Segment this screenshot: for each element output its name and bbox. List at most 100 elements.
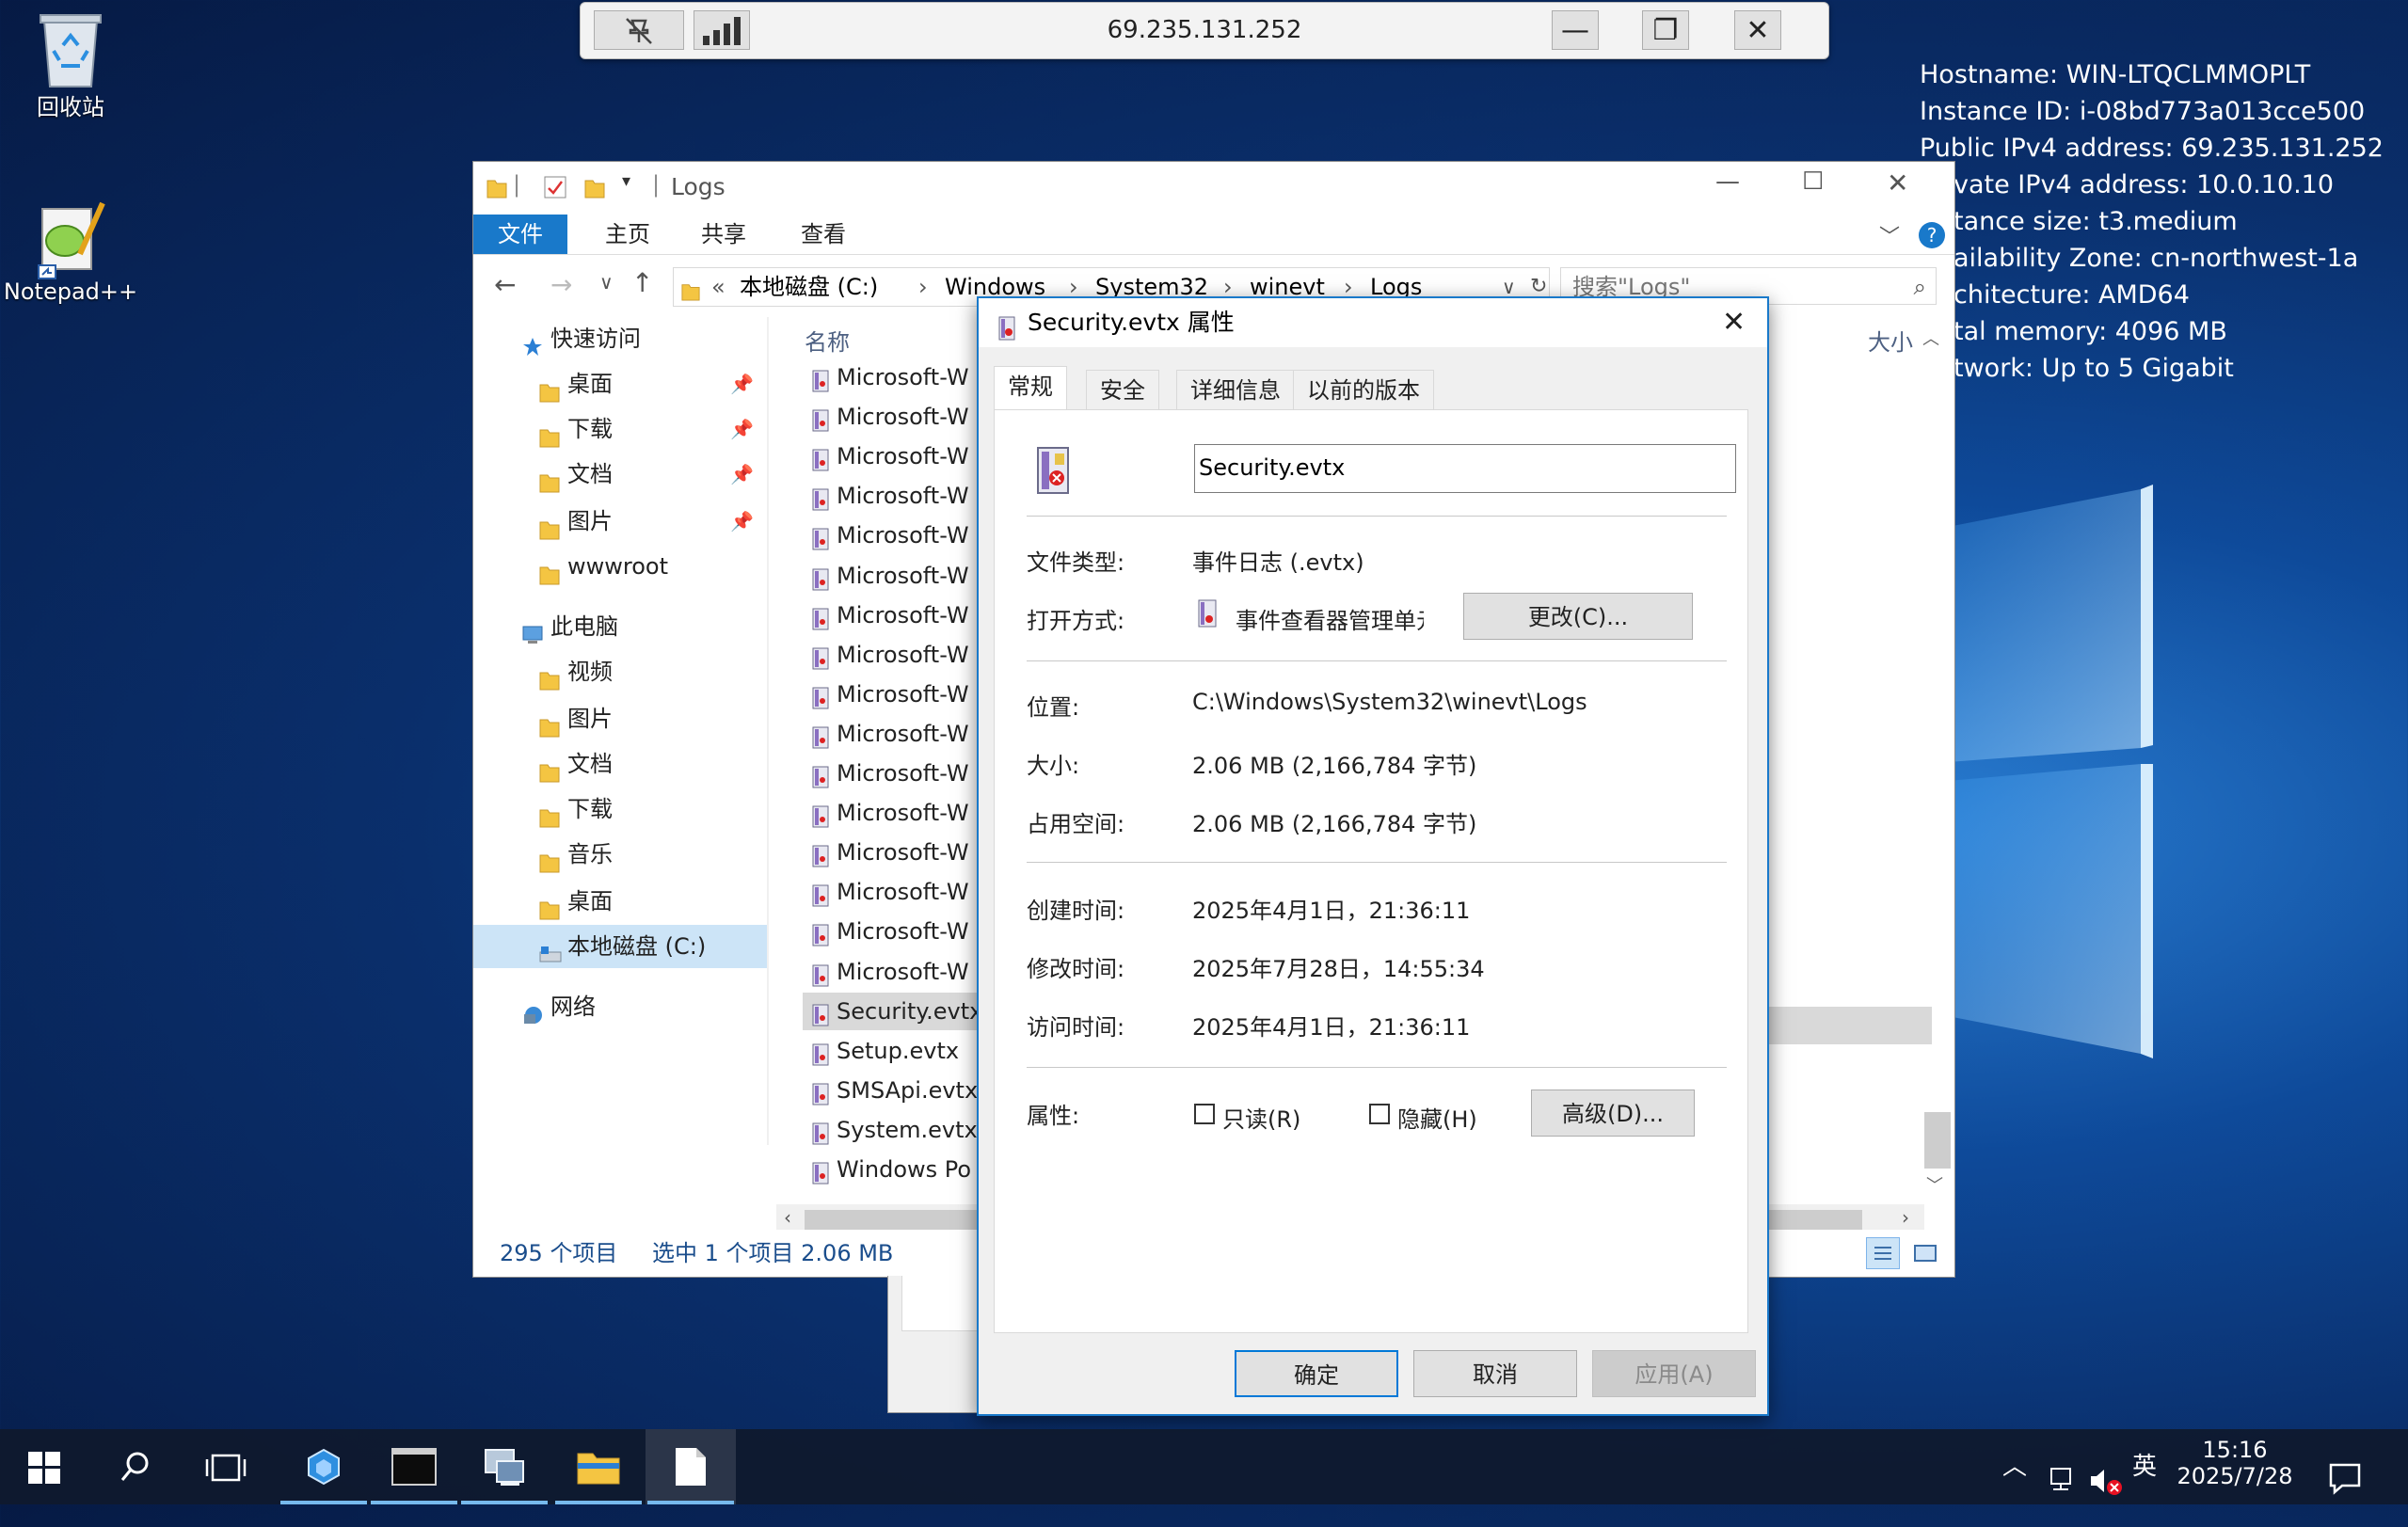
recycle-bin-icon [33, 8, 108, 87]
file-name: Microsoft-W [837, 522, 969, 549]
close-button[interactable]: ✕ [1887, 167, 1908, 199]
nav-item[interactable]: 桌面 📌 [473, 362, 767, 406]
tab-view[interactable]: 查看 [776, 215, 870, 254]
opens-with-label: 打开方式: [1027, 608, 1125, 634]
quick-access-dropdown-icon[interactable]: ▾ [622, 171, 630, 191]
minimize-button[interactable]: — [1715, 167, 1740, 196]
nav-item[interactable]: 下载 [473, 787, 767, 831]
ime-indicator[interactable]: 英 [2132, 1429, 2157, 1504]
expand-ribbon-icon[interactable]: ﹀ [1879, 220, 1900, 250]
taskbar-command-prompt[interactable] [369, 1429, 459, 1504]
help-icon[interactable]: ? [1919, 222, 1945, 248]
nav-item[interactable]: 桌面 [473, 880, 767, 923]
breadcrumb-drive[interactable]: 本地磁盘 (C:) [740, 268, 878, 306]
task-view-button[interactable] [181, 1429, 271, 1504]
tab-general[interactable]: 常规 [994, 366, 1067, 412]
recent-locations-icon[interactable]: ∨ [599, 271, 614, 294]
rdp-close-button[interactable]: ✕ [1734, 10, 1781, 50]
taskbar-network-tool[interactable] [459, 1429, 550, 1504]
taskbar-server-manager[interactable] [279, 1429, 369, 1504]
column-header-size[interactable]: 大小 [1868, 324, 1913, 357]
desktop-icon-notepad-plus-plus[interactable]: Notepad++ [0, 198, 141, 305]
properties-quick-icon[interactable] [543, 175, 567, 205]
back-arrow-icon[interactable]: ← [494, 269, 516, 300]
up-arrow-icon[interactable]: ↑ [631, 267, 653, 298]
desktop-icon-label: Notepad++ [3, 278, 138, 305]
new-folder-icon[interactable] [584, 177, 605, 205]
ribbon-tabs: 文件 主页 共享 查看 ﹀ ? [473, 215, 1954, 255]
event-log-file-icon [812, 1119, 829, 1145]
nav-item[interactable]: 网络 [473, 985, 767, 1028]
nav-item[interactable]: 本地磁盘 (C:) [473, 925, 767, 968]
tab-file[interactable]: 文件 [473, 215, 567, 254]
volume-muted-icon[interactable] [2089, 1452, 2123, 1527]
maximize-button[interactable]: ☐ [1802, 167, 1824, 196]
search-button[interactable] [90, 1429, 181, 1504]
readonly-label[interactable]: 只读(R) [1222, 1101, 1300, 1134]
folder-icon [539, 891, 560, 920]
file-name: Microsoft-W [837, 364, 969, 390]
nav-item[interactable]: 音乐 [473, 833, 767, 876]
nav-item-label: 视频 [567, 659, 613, 685]
nav-item[interactable]: 下载 📌 [473, 407, 767, 451]
nav-item[interactable]: 图片 📌 [473, 500, 767, 543]
command-prompt-icon [391, 1448, 437, 1491]
file-name: Microsoft-W [837, 404, 969, 431]
vertical-scrollbar-thumb[interactable] [1924, 1112, 1951, 1169]
network-icon [522, 996, 543, 1024]
ok-button[interactable]: 确定 [1235, 1350, 1398, 1397]
advanced-button[interactable]: 高级(D)... [1531, 1090, 1695, 1137]
accessed-label: 访问时间: [1027, 1014, 1125, 1041]
info-instance-size: tance size: t3.medium [1954, 207, 2238, 236]
change-button[interactable]: 更改(C)... [1463, 593, 1693, 640]
nav-item[interactable]: 快速访问 [473, 317, 767, 360]
nav-item[interactable]: 此电脑 [473, 605, 767, 648]
nav-item[interactable]: 图片 [473, 697, 767, 740]
large-icons-view-icon[interactable] [1909, 1237, 1943, 1269]
details-view-icon[interactable] [1866, 1237, 1900, 1269]
show-hidden-icons-icon[interactable]: ︿ [2002, 1429, 2027, 1504]
server-manager-icon [303, 1446, 344, 1493]
nav-item[interactable]: 文档 📌 [473, 453, 767, 496]
instance-info-overlay: Hostname: WIN-LTQCLMMOPLT Instance ID: i… [1920, 56, 2384, 387]
vertical-scrollbar[interactable]: ︿ [1922, 324, 1951, 418]
scroll-left-icon[interactable]: ‹ [784, 1206, 791, 1229]
breadcrumb-overflow[interactable]: « [711, 268, 726, 306]
event-log-file-icon [812, 1000, 829, 1026]
info-availability-zone: ailability Zone: cn-northwest-1a [1954, 244, 2359, 273]
selection-info: 选中 1 个项目 2.06 MB [652, 1240, 894, 1266]
action-center-icon[interactable] [2328, 1450, 2362, 1525]
start-button[interactable] [0, 1429, 90, 1504]
file-name: Microsoft-W [837, 483, 969, 510]
nav-item-label: 文档 [567, 461, 613, 487]
apply-button[interactable]: 应用(A) [1592, 1350, 1756, 1397]
network-status-icon[interactable] [2048, 1450, 2080, 1525]
hidden-checkbox[interactable] [1369, 1104, 1390, 1124]
forward-arrow-icon[interactable]: → [550, 269, 572, 300]
scroll-down-icon[interactable]: ﹀ [1926, 1172, 1943, 1197]
taskbar-notepad[interactable] [646, 1429, 736, 1504]
hidden-label[interactable]: 隐藏(H) [1397, 1101, 1477, 1134]
rdp-minimize-button[interactable]: — [1552, 10, 1599, 50]
tab-share[interactable]: 共享 [677, 215, 771, 254]
taskbar-file-explorer[interactable] [553, 1429, 644, 1504]
tab-home[interactable]: 主页 [581, 215, 675, 254]
nav-item[interactable]: 文档 [473, 742, 767, 786]
rdp-restore-button[interactable]: ❐ [1642, 10, 1689, 50]
system-clock[interactable]: 15:16 2025/7/28 [2164, 1429, 2305, 1504]
scroll-up-icon[interactable]: ︿ [1922, 329, 1939, 349]
cancel-button[interactable]: 取消 [1413, 1350, 1577, 1397]
scroll-right-icon[interactable]: › [1902, 1206, 1909, 1229]
nav-item-label: 文档 [567, 751, 613, 777]
dialog-close-button[interactable]: ✕ [1722, 298, 1746, 347]
readonly-checkbox[interactable] [1194, 1104, 1215, 1124]
nav-item[interactable]: wwwroot [473, 545, 767, 588]
event-log-file-icon [812, 961, 829, 986]
tab-previous-versions[interactable]: 以前的版本 [1293, 370, 1434, 410]
computer-icon [522, 616, 543, 644]
desktop-icon-recycle-bin[interactable]: 回收站 [0, 8, 141, 121]
tab-details[interactable]: 详细信息 [1176, 370, 1295, 410]
filename-field[interactable]: Security.evtx [1194, 444, 1736, 493]
nav-item[interactable]: 视频 [473, 650, 767, 693]
tab-security[interactable]: 安全 [1086, 370, 1159, 410]
